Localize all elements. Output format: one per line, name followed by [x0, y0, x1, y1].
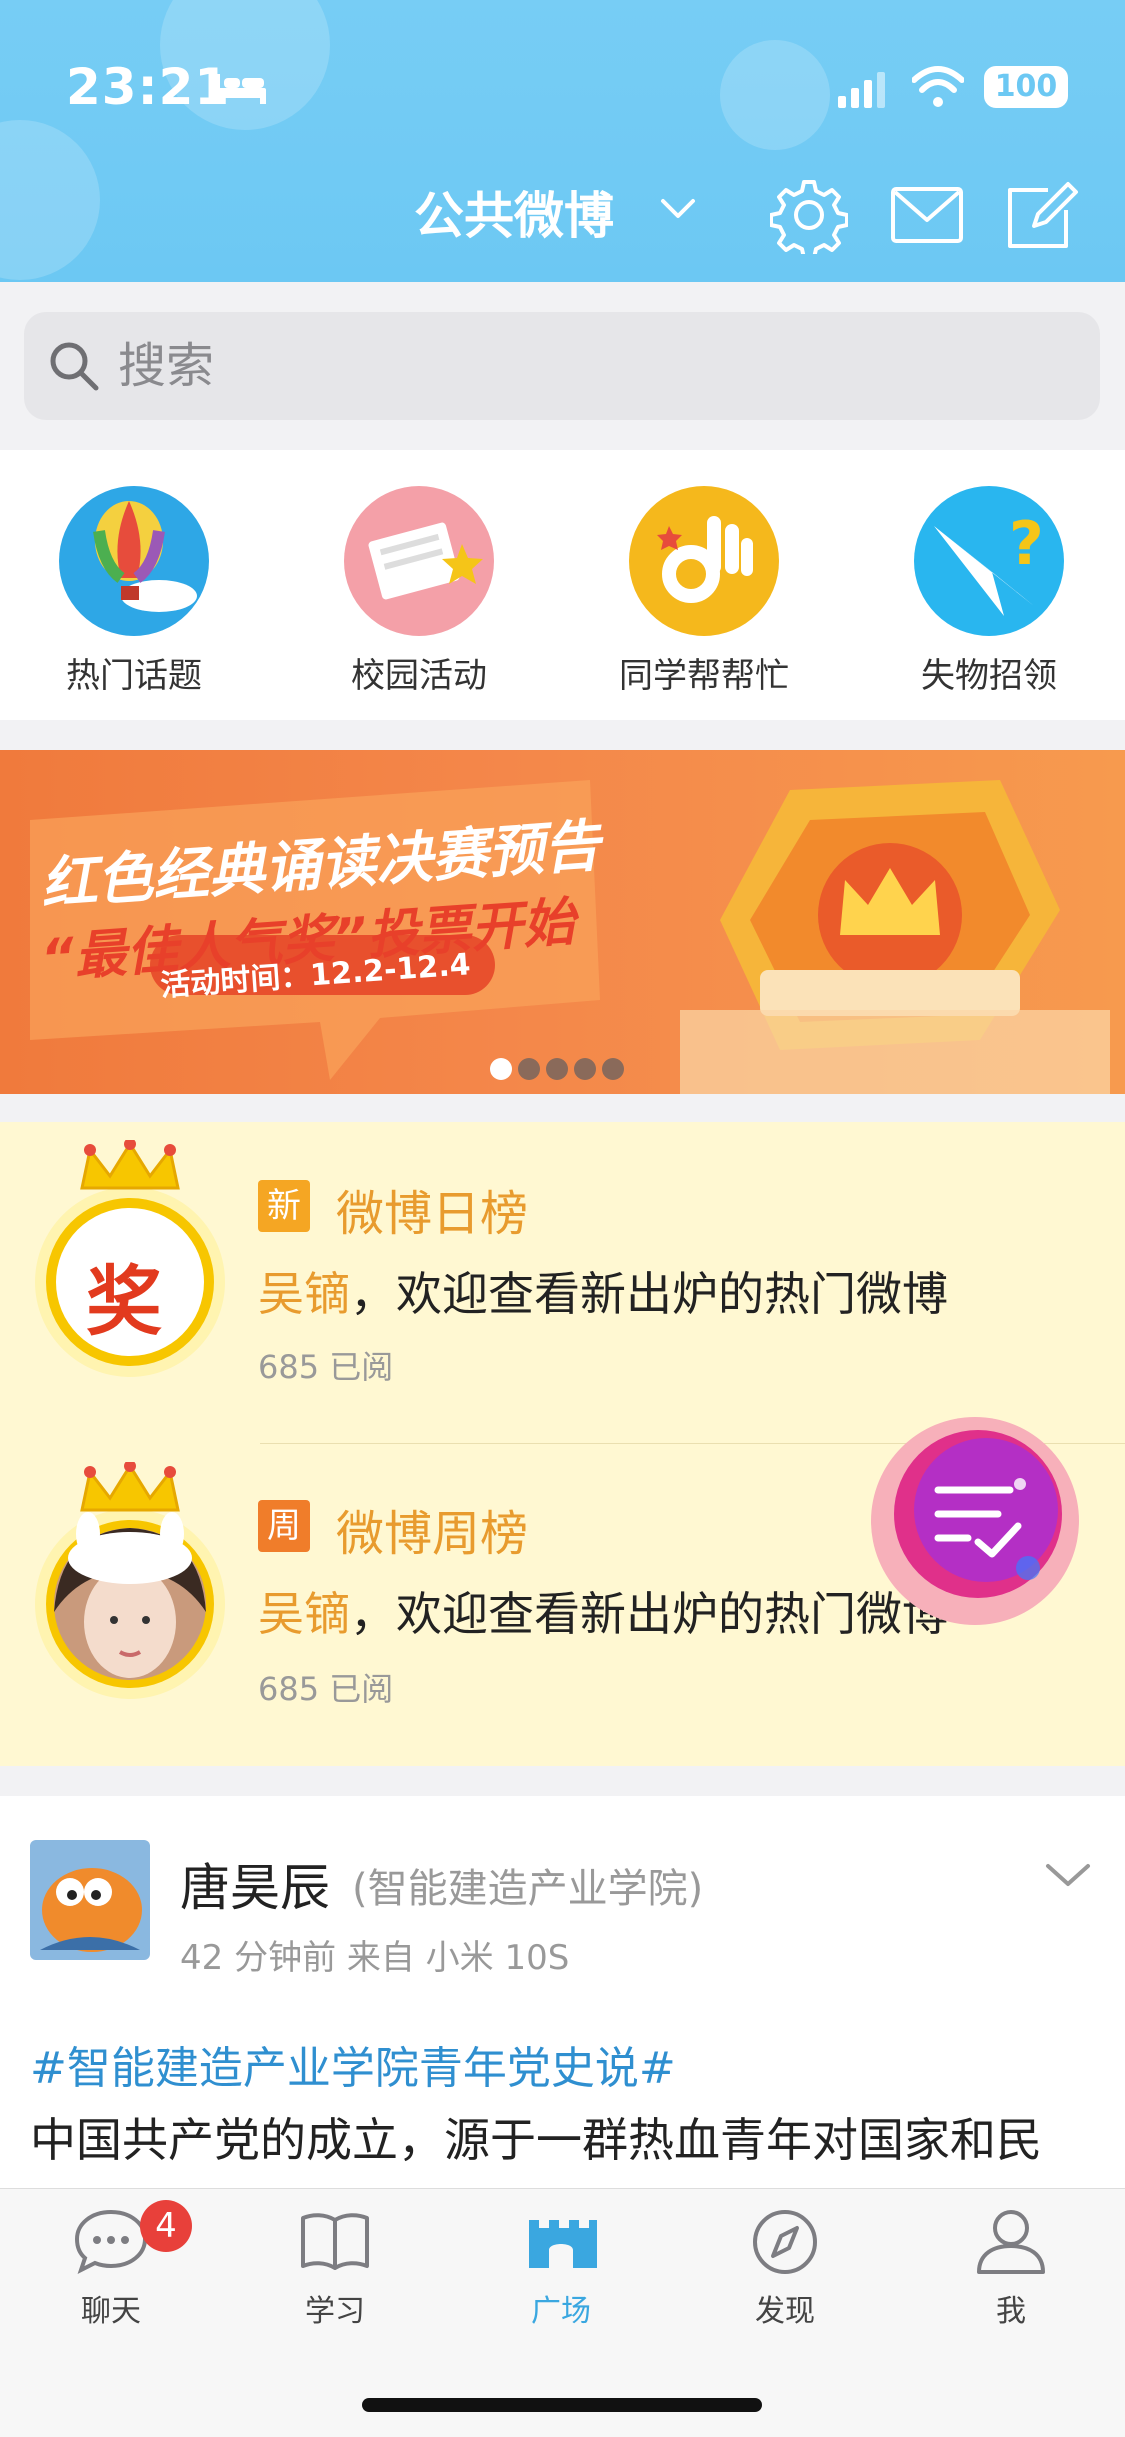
post-meta: 42 分钟前 来自 小米 10S: [180, 1938, 570, 1978]
compass-icon: [753, 2210, 817, 2274]
chevron-down-icon[interactable]: [1044, 1860, 1092, 1890]
unread-badge: 4: [140, 2200, 192, 2252]
post-author-affiliation: (智能建造产业学院): [352, 1866, 704, 1912]
bed-icon: [214, 74, 266, 104]
battery-indicator: 100: [984, 66, 1068, 108]
carousel-dot[interactable]: [546, 1058, 568, 1080]
tab-label: 发现: [755, 2294, 815, 2329]
badge-new: 新: [258, 1180, 310, 1232]
tab-label: 学习: [305, 2294, 365, 2329]
badge-weekly: 周: [258, 1500, 310, 1552]
quick-item-label: 同学帮帮忙: [619, 656, 789, 696]
carousel-dot[interactable]: [602, 1058, 624, 1080]
tab-label: 我: [996, 2294, 1026, 2329]
cellular-signal-icon: [838, 72, 885, 108]
tab-me[interactable]: 我: [936, 2206, 1086, 2330]
carousel-dot-active[interactable]: [490, 1058, 512, 1080]
open-book-icon: [301, 2213, 369, 2270]
status-time: 23:21: [66, 58, 231, 116]
ranking-title: 微博日榜: [336, 1186, 529, 1242]
quick-item-hot-topics[interactable]: 热门话题: [24, 486, 244, 697]
floating-post-button[interactable]: [868, 1414, 1082, 1628]
ranking-text: ，欢迎查看新出炉的热门微博: [350, 1587, 948, 1641]
chevron-down-icon[interactable]: [660, 196, 696, 222]
post-hashtag[interactable]: #智能建造产业学院青年党史说#: [30, 2032, 676, 2096]
read-count: 685 已阅: [258, 1348, 394, 1386]
ranking-message: 吴镝，欢迎查看新出炉的热门微博: [258, 1258, 948, 1324]
quick-item-lost-and-found[interactable]: ? 失物招领: [879, 486, 1099, 697]
promo-banner[interactable]: 红色经典诵读决赛预告 “最佳人气奖”投票开始 活动时间：12.2-12.4: [0, 750, 1125, 1094]
read-count: 685 已阅: [258, 1670, 394, 1708]
castle-icon: [529, 2220, 597, 2268]
crown-icon: [80, 1141, 180, 1190]
tab-label: 广场: [531, 2294, 591, 2329]
home-indicator[interactable]: [362, 2398, 762, 2412]
quick-item-label: 失物招领: [921, 656, 1057, 696]
compose-icon[interactable]: [1004, 180, 1080, 252]
trophy-badge-icon: [720, 780, 1060, 1050]
chat-bubble-icon: [74, 2209, 148, 2274]
ok-hand-icon: [629, 486, 779, 636]
quick-item-campus-events[interactable]: 校园活动: [309, 486, 529, 697]
user-avatar: [35, 1462, 225, 1699]
svg-text:?: ?: [1009, 509, 1044, 579]
quick-item-label: 校园活动: [351, 656, 487, 696]
gear-icon[interactable]: [770, 176, 848, 254]
post-author-avatar[interactable]: [30, 1840, 150, 1960]
ranking-text: ，欢迎查看新出炉的热门微博: [350, 1267, 948, 1321]
tab-study[interactable]: 学习: [260, 2206, 410, 2330]
user-name: 吴镝: [258, 1587, 350, 1641]
user-name: 吴镝: [258, 1267, 350, 1321]
hot-air-balloon-icon: [59, 486, 209, 636]
search-icon: [50, 342, 99, 391]
person-icon: [977, 2210, 1045, 2274]
search-placeholder: 搜索: [118, 338, 215, 394]
carousel-dot[interactable]: [574, 1058, 596, 1080]
carousel-dot[interactable]: [518, 1058, 540, 1080]
tab-label: 聊天: [81, 2294, 141, 2329]
question-paper-plane-icon: ?: [914, 486, 1064, 636]
post-author-name[interactable]: 唐昊辰: [180, 1848, 330, 1920]
paper-star-icon: [344, 486, 494, 636]
post-body: 中国共产党的成立，源于一群热血青年对国家和民: [30, 2113, 1042, 2167]
mail-icon[interactable]: [890, 186, 964, 244]
quick-item-peer-help[interactable]: 同学帮帮忙: [594, 486, 814, 697]
ranking-message: 吴镝，欢迎查看新出炉的热门微博: [258, 1578, 948, 1644]
feed-switcher-title[interactable]: 公共微博: [414, 176, 614, 248]
quick-item-label: 热门话题: [66, 656, 202, 696]
ranking-title: 微博周榜: [336, 1506, 529, 1562]
crown-icon: [80, 1463, 180, 1512]
carousel-dots: [490, 1058, 624, 1084]
tab-discover[interactable]: 发现: [710, 2206, 860, 2330]
award-avatar-text: 奖: [86, 1257, 162, 1346]
tab-square[interactable]: 广场: [486, 2206, 636, 2330]
wifi-icon: [912, 66, 964, 107]
